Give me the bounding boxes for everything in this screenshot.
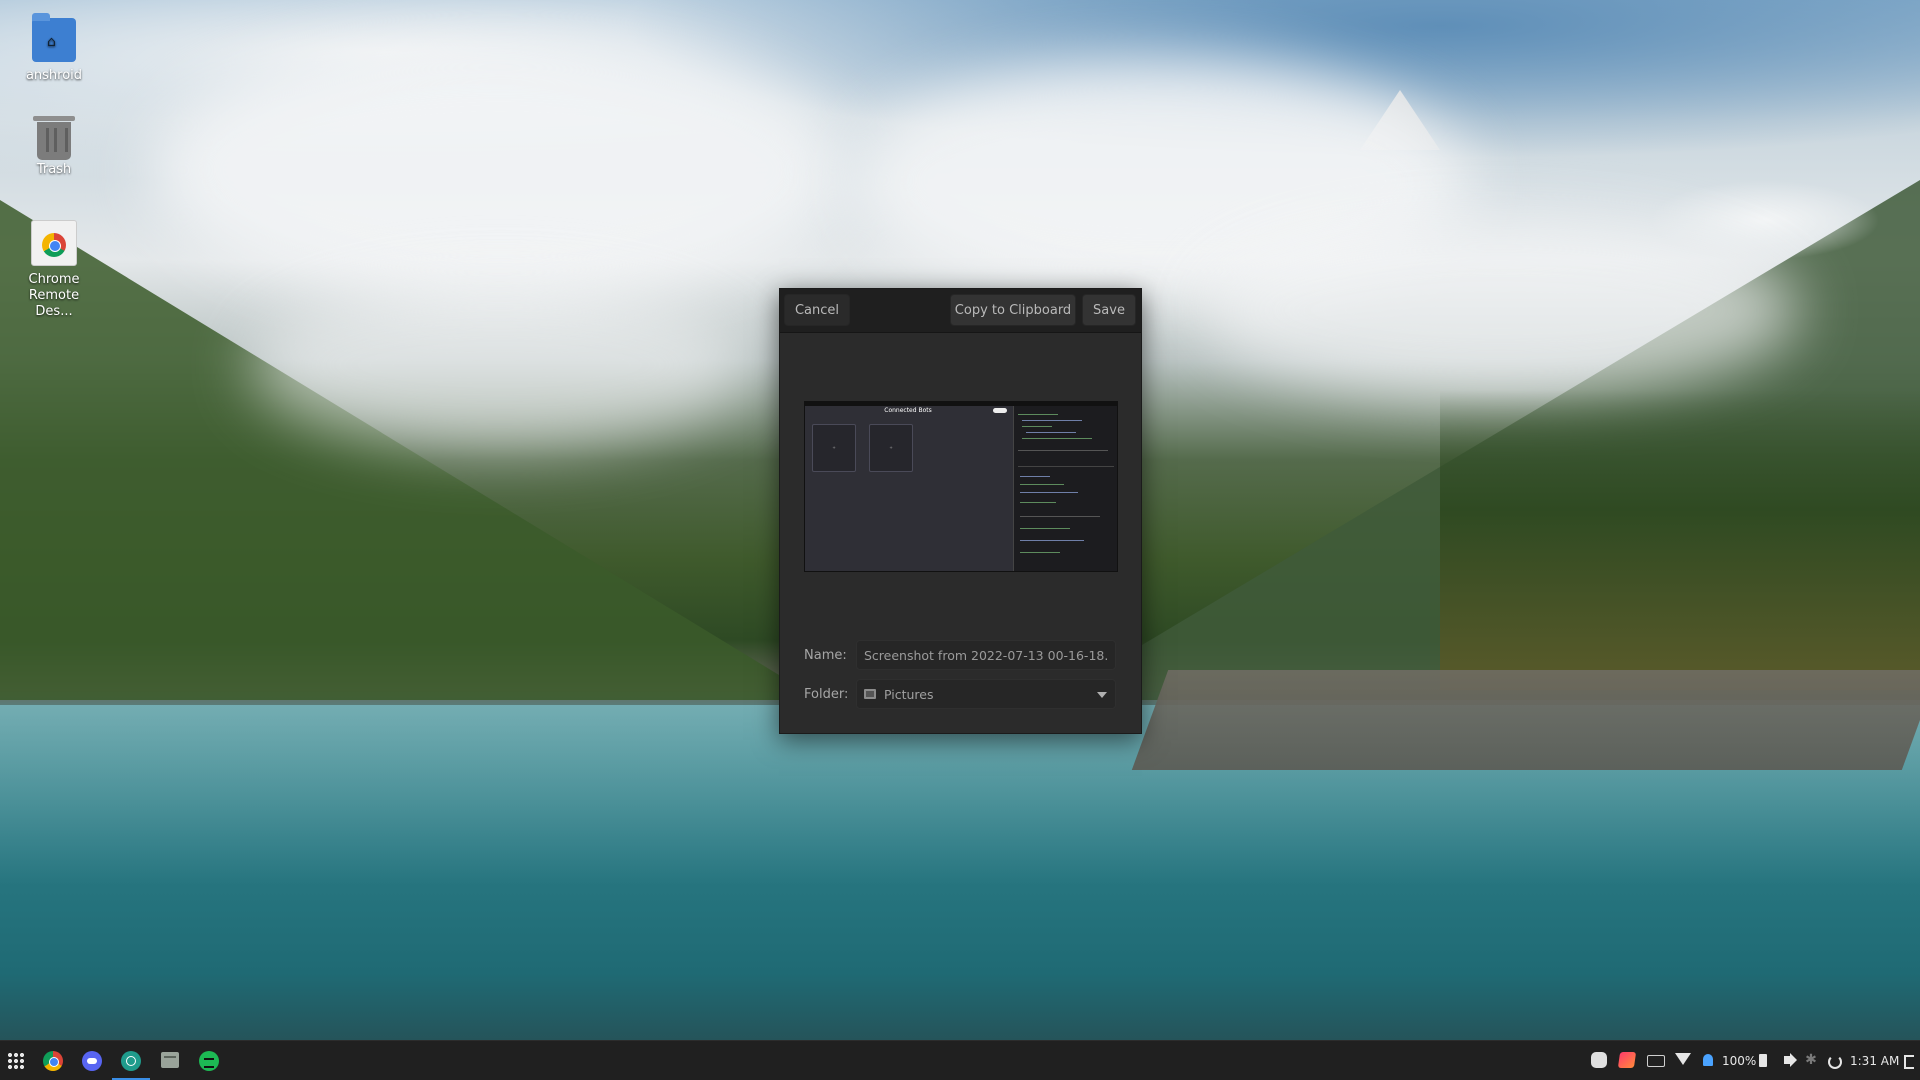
dialog-header: Cancel Copy to Clipboard Save [780,289,1141,333]
wifi-icon[interactable] [1675,1053,1691,1065]
keyboard-icon[interactable] [1647,1055,1665,1067]
notification-bell-icon[interactable] [1703,1054,1713,1066]
spotify-icon [199,1051,219,1071]
battery-icon[interactable] [1759,1054,1767,1067]
bluetooth-icon[interactable]: ✱ [1803,1052,1819,1068]
screenshot-icon [121,1051,141,1071]
battery-percent[interactable]: 100% [1722,1051,1756,1071]
app-launcher-button[interactable] [0,1045,32,1077]
copy-to-clipboard-button[interactable]: Copy to Clipboard [950,294,1076,326]
desktop: ⌂ anshroid Trash Chrome Remote Des... Ca… [0,0,1920,1080]
apps-grid-icon [7,1052,25,1070]
desktop-icon-label: Chrome Remote Des... [28,272,80,319]
discord-tray-icon[interactable] [1591,1052,1607,1068]
wallpaper-cloud [250,280,750,450]
wallpaper-trees [1440,390,1920,690]
wallpaper-cloud [150,40,850,300]
save-button[interactable]: Save [1082,294,1136,326]
wallpaper-cloud [1200,220,1800,400]
taskbar-discord[interactable] [76,1045,108,1077]
preview-card: + [812,424,856,472]
preview-title: Connected Bots [884,407,932,414]
app-tray-icon[interactable] [1617,1052,1637,1068]
discord-icon [82,1051,102,1071]
chevron-down-icon [1097,692,1107,698]
screenshot-preview: Connected Bots + + [804,401,1118,572]
volume-icon[interactable] [1784,1056,1790,1064]
name-label: Name: [804,648,847,663]
screenshot-save-dialog: Cancel Copy to Clipboard Save Connected … [779,288,1142,734]
taskbar-files[interactable] [154,1045,186,1077]
desktop-icon-home[interactable]: ⌂ anshroid [9,13,99,84]
taskbar-spotify[interactable] [193,1045,225,1077]
taskbar: 100% ✱ 1:31 AM [0,1040,1920,1080]
folder-select-value: Pictures [884,687,934,702]
desktop-icon-label: Trash [36,162,72,177]
image-folder-icon [864,689,876,699]
chrome-icon [43,1051,63,1071]
desktop-icon-trash[interactable]: Trash [9,116,99,178]
power-icon[interactable] [1828,1055,1842,1069]
chrome-remote-desktop-icon [31,220,77,266]
taskbar-chrome[interactable] [37,1045,69,1077]
preview-pill [993,408,1007,413]
taskbar-screenshot[interactable] [115,1045,147,1077]
wallpaper-shore [1131,670,1920,770]
home-folder-icon: ⌂ [32,13,76,62]
preview-devtools-panel [1013,406,1117,571]
preview-card: + [869,424,913,472]
filename-input[interactable] [856,640,1116,670]
session-menu-icon[interactable] [1904,1055,1914,1069]
clock[interactable]: 1:31 AM [1850,1051,1899,1071]
cancel-button[interactable]: Cancel [784,294,850,326]
desktop-icon-chrome-remote-desktop[interactable]: Chrome Remote Des... [9,220,99,320]
folder-select[interactable]: Pictures [856,679,1116,709]
files-icon [161,1052,179,1068]
desktop-icon-label: anshroid [25,68,83,83]
trash-icon [33,116,75,160]
folder-label: Folder: [804,687,849,702]
